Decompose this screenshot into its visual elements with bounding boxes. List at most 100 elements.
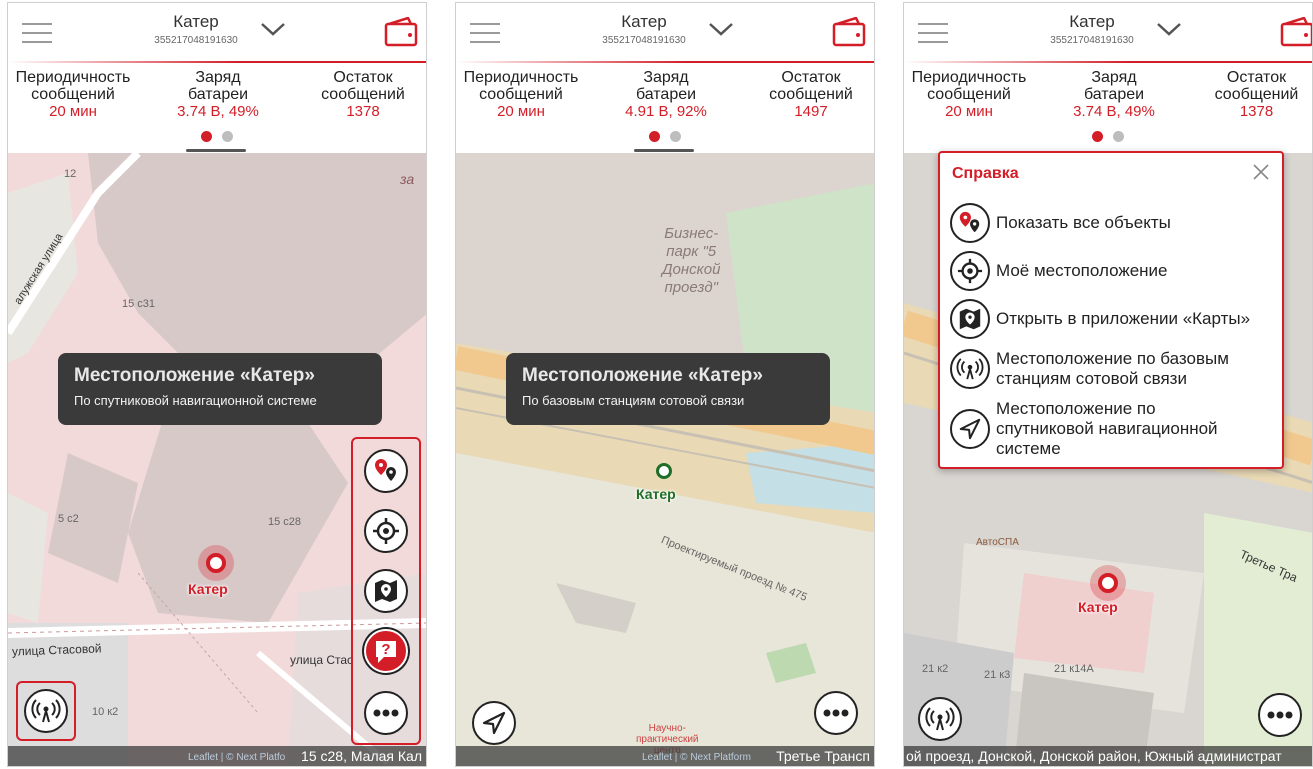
map-view[interactable]: Бизнес- парк "5 Донской проезд" Проектир… <box>456 153 874 766</box>
my-location-button[interactable] <box>364 509 408 553</box>
stat-label: батареи <box>635 86 697 103</box>
chevron-down-icon[interactable] <box>708 21 734 37</box>
cell-location-button[interactable] <box>918 697 962 741</box>
map-street-label: улица Стас <box>290 653 354 667</box>
stat-remaining: Остаток сообщений 1378 <box>1199 69 1312 120</box>
map-building-label: 12 <box>64 168 77 180</box>
address-text: Третье Трансп <box>776 748 870 764</box>
stat-label: Заряд <box>195 69 241 86</box>
help-item-my-location: Моё местоположение <box>950 251 1168 291</box>
map-attribution[interactable]: Leaflet | © Next Platfo <box>188 752 285 763</box>
page-dot-active[interactable] <box>1092 131 1103 142</box>
address-bar: Leaflet | © Next Platform Третье Трансп <box>456 746 874 766</box>
screen-2: Катер 355217048191630 Периодичность сооб… <box>455 2 875 767</box>
map-building-label: 21 к14А <box>1054 663 1094 675</box>
toast-title: Местоположение «Катер» <box>522 365 763 386</box>
menu-icon[interactable] <box>470 23 500 43</box>
stat-label: сообщений <box>321 86 405 103</box>
stat-value: 1378 <box>346 103 380 120</box>
stat-label: Заряд <box>1091 69 1137 86</box>
map-view[interactable]: 15 с31 15 с28 5 с2 12 10 к2 за улица Ста… <box>8 153 426 766</box>
more-button[interactable] <box>1258 693 1302 737</box>
crosshair-icon <box>373 518 399 544</box>
device-title[interactable]: Катер <box>126 12 266 32</box>
svg-text:?: ? <box>381 641 390 658</box>
navigation-arrow-icon <box>950 409 990 449</box>
device-marker[interactable] <box>656 463 672 479</box>
help-item-text: Моё местоположение <box>996 261 1168 280</box>
cell-tower-icon <box>31 699 61 723</box>
stat-battery: Заряд батареи 4.91 В, 92% <box>606 69 726 120</box>
help-dialog: Справка Показать все объекты Моё местопо… <box>938 151 1284 469</box>
stat-label: Периодичность <box>463 69 579 86</box>
stat-label: сообщений <box>769 86 853 103</box>
device-marker[interactable] <box>1098 573 1118 593</box>
help-item-text: Открыть в приложении «Карты» <box>996 309 1251 328</box>
question-icon: ? <box>376 641 396 663</box>
stat-period: Периодичность сообщений 20 мин <box>8 69 138 120</box>
device-title[interactable]: Катер <box>1022 12 1162 32</box>
wallet-icon[interactable] <box>832 17 866 47</box>
stat-label: сообщений <box>1214 86 1299 103</box>
more-dots-icon <box>373 709 399 717</box>
cell-location-button[interactable] <box>24 689 68 733</box>
page-dot-active[interactable] <box>649 131 660 142</box>
stat-period: Периодичность сообщений 20 мин <box>904 69 1034 120</box>
more-dots-icon <box>823 709 849 717</box>
stat-remaining: Остаток сообщений 1497 <box>751 69 871 120</box>
device-marker[interactable] <box>206 553 226 573</box>
address-text: 15 с28, Малая Кал <box>301 748 422 764</box>
location-toast: Местоположение «Катер» По базовым станци… <box>506 353 830 425</box>
map-building-label: 15 с28 <box>268 516 302 528</box>
show-all-objects-button[interactable] <box>364 449 408 493</box>
more-dots-icon <box>1267 711 1293 719</box>
open-maps-button[interactable] <box>364 569 408 613</box>
stat-label: Периодичность <box>15 69 131 86</box>
page-dot[interactable] <box>670 131 681 142</box>
stat-label: батареи <box>187 86 249 103</box>
stats-panel: Периодичность сообщений 20 мин Заряд бат… <box>904 65 1312 125</box>
address-bar: ой проезд, Донской, Донской район, Южный… <box>904 746 1312 766</box>
more-button[interactable] <box>814 691 858 735</box>
cell-tower-icon <box>925 707 955 731</box>
stat-label: Остаток <box>333 69 393 86</box>
screen-3: Катер 355217048191630 Периодичность сооб… <box>903 2 1313 767</box>
toast-title: Местоположение «Катер» <box>74 365 315 386</box>
pins-icon <box>950 203 990 243</box>
navigation-button[interactable] <box>472 701 516 745</box>
page-dot-active[interactable] <box>201 131 212 142</box>
pins-icon <box>375 459 396 481</box>
map-attribution[interactable]: Leaflet | © Next Platform <box>642 752 751 763</box>
device-title[interactable]: Катер <box>574 12 714 32</box>
location-toast: Местоположение «Катер» По спутниковой на… <box>58 353 382 425</box>
chevron-down-icon[interactable] <box>1156 21 1182 37</box>
help-item-gnss-location: Местоположение по спутниковой навигацион… <box>950 399 1280 459</box>
wallet-icon[interactable] <box>384 17 418 47</box>
stat-value: 3.74 В, 49% <box>1073 103 1155 120</box>
menu-icon[interactable] <box>918 23 948 43</box>
stat-remaining: Остаток сообщений 1378 <box>303 69 423 120</box>
header-divider <box>8 61 426 63</box>
more-button[interactable] <box>364 691 408 735</box>
map-icon <box>375 580 397 602</box>
map-area-label: за <box>400 171 415 187</box>
help-item-cell-location: Местоположение по базовым станциям сотов… <box>950 349 1280 389</box>
wallet-icon[interactable] <box>1280 17 1313 47</box>
help-item-open-maps: Открыть в приложении «Карты» <box>950 299 1270 339</box>
stat-label: сообщений <box>31 86 115 103</box>
screen-1: Катер 355217048191630 Периодичность сооб… <box>7 2 427 767</box>
chevron-down-icon[interactable] <box>260 21 286 37</box>
page-dot[interactable] <box>1113 131 1124 142</box>
menu-icon[interactable] <box>22 23 52 43</box>
page-dot[interactable] <box>222 131 233 142</box>
stat-label: Периодичность <box>911 69 1027 86</box>
drag-handle[interactable] <box>634 149 694 152</box>
stat-value: 1378 <box>1239 103 1274 120</box>
help-button[interactable]: ? <box>364 629 408 673</box>
device-imei: 355217048191630 <box>154 35 238 46</box>
stat-battery: Заряд батареи 3.74 В, 49% <box>1054 69 1174 120</box>
stat-label: Остаток <box>1226 69 1287 86</box>
toast-subtitle: По спутниковой навигационной системе <box>74 393 317 408</box>
close-icon[interactable] <box>1252 163 1270 181</box>
drag-handle[interactable] <box>186 149 246 152</box>
